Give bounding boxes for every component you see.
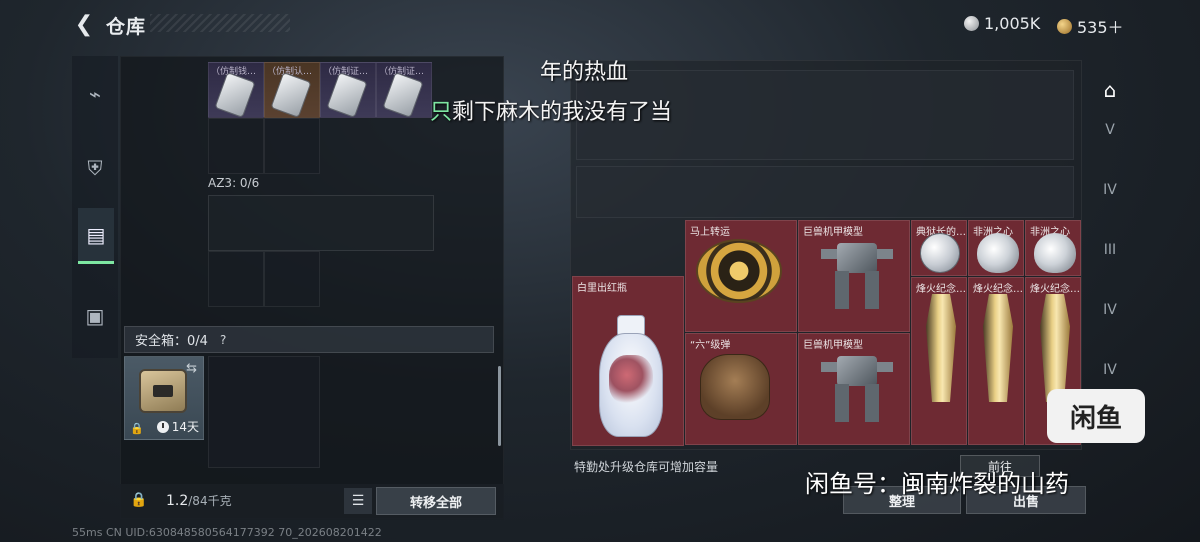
backpack-item[interactable]: （仿制证… [376, 62, 432, 118]
storage-item-orb[interactable]: 典狱长的… [911, 220, 967, 276]
safe-box-label: 安全箱：0/4 [135, 334, 208, 349]
clock-icon [156, 420, 169, 433]
video-caption-line1: 年的热血 [540, 60, 629, 85]
storage-page-iv[interactable]: IV [1092, 172, 1128, 208]
az3-grid[interactable] [208, 195, 434, 251]
empty-slot[interactable] [264, 251, 320, 307]
back-button[interactable]: ❮ [70, 10, 98, 38]
diamond-heart-icon [977, 233, 1019, 273]
backpack-item[interactable]: （仿制钱… [208, 62, 264, 118]
watermark-id: 闲鱼号：闽南炸裂的山药 [805, 470, 1069, 498]
tab-backpack[interactable]: ▤ [78, 208, 114, 264]
backpack-item[interactable]: （仿制证… [320, 62, 376, 118]
safe-box-icon [139, 369, 187, 413]
empty-slot[interactable] [208, 118, 264, 174]
safe-box-slots[interactable] [208, 356, 320, 468]
silver-currency: 1,005K [964, 14, 1040, 33]
silver-amount: 1,005K [984, 14, 1041, 33]
document-icon [327, 73, 367, 117]
safe-box-item[interactable]: ⇆ 🔒 14天 [124, 356, 204, 440]
storage-capacity-note: 特勤处升级仓库可增加容量 [574, 460, 719, 474]
az3-label: AZ3: 0/6 [208, 176, 260, 190]
document-icon [383, 73, 423, 117]
empty-slot[interactable] [264, 118, 320, 174]
armor-icon: ⛨ [87, 156, 103, 180]
horse-wheel-icon [696, 239, 782, 303]
vase-icon [595, 311, 667, 439]
tab-kit[interactable]: ▣ [72, 288, 118, 344]
title-decoration [150, 14, 290, 32]
storage-empty-area[interactable] [576, 166, 1074, 218]
storage-item-vase[interactable]: 白里出红瓶 [572, 276, 684, 446]
chevron-left-icon: ❮ [74, 11, 94, 37]
document-icon [271, 73, 311, 117]
storage-page-iii[interactable]: III [1092, 232, 1128, 268]
lock-icon: 🔒 [130, 422, 144, 435]
tab-weapons[interactable]: ⌁ [72, 66, 118, 122]
storage-page-iv-b[interactable]: IV [1092, 292, 1128, 328]
expiry-badge: 14天 [156, 418, 199, 435]
storage-item-trophy[interactable]: 烽火纪念… [911, 277, 967, 445]
gun-icon: ⌁ [88, 82, 102, 106]
list-view-button[interactable]: ☰ [344, 488, 372, 514]
empty-slot[interactable] [208, 251, 264, 307]
weight-readout: 1.2/84千克 [166, 493, 232, 509]
storage-item-mech[interactable]: 巨兽机甲模型 [798, 220, 910, 332]
page-title: 仓库 [106, 16, 147, 38]
kit-icon: ▣ [85, 304, 105, 328]
backpack-item[interactable]: （仿制认… [264, 62, 320, 118]
warden-orb-icon [920, 233, 960, 273]
diamond-heart-icon [1034, 233, 1076, 273]
gold-coin-icon [1057, 18, 1072, 34]
swap-icon[interactable]: ⇆ [186, 361, 197, 376]
storage-item-heart[interactable]: 非洲之心 [1025, 220, 1081, 276]
list-icon: ☰ [351, 493, 365, 509]
tab-armor[interactable]: ⛨ [72, 140, 118, 196]
trophy-icon [983, 294, 1013, 402]
storage-item-hand[interactable]: “六”级弹 [685, 333, 797, 445]
watermark-badge: 闲鱼 [1047, 389, 1145, 443]
safe-box-bar: 安全箱：0/4 ? [124, 326, 494, 353]
weight-lock-icon: 🔒 [130, 492, 148, 508]
storage-page-iv-c[interactable]: IV [1092, 352, 1128, 388]
help-button[interactable]: ? [220, 333, 226, 347]
mech-model-icon [821, 350, 893, 422]
storage-page-rail: ⌂ V IV III IV IV [1088, 60, 1128, 524]
category-rail: ⌁ ⛨ ▤ ▣ [72, 56, 118, 358]
storage-item-trophy[interactable]: 烽火纪念… [968, 277, 1024, 445]
uid-footer: 55ms CN UID:630848580564177392 70_202608… [72, 526, 382, 539]
hand-sculpture-icon [700, 354, 770, 420]
scrollbar[interactable] [498, 366, 501, 446]
backpack-icon: ▤ [86, 222, 106, 247]
gold-currency[interactable]: 535＋ [1057, 14, 1124, 38]
trophy-icon [1040, 294, 1070, 402]
video-caption-line2: 只剩下麻木的我没有了当 [430, 100, 673, 125]
trophy-icon [926, 294, 956, 402]
storage-item-heart[interactable]: 非洲之心 [968, 220, 1024, 276]
storage-item-wheel[interactable]: 马上转运 [685, 220, 797, 332]
storage-page-v[interactable]: V [1092, 112, 1128, 148]
document-icon [215, 73, 255, 117]
storage-home-icon[interactable]: ⌂ [1092, 72, 1128, 108]
gold-amount: 535＋ [1077, 18, 1124, 37]
storage-item-mech[interactable]: 巨兽机甲模型 [798, 333, 910, 445]
transfer-all-button[interactable]: 转移全部 [376, 487, 496, 515]
silver-coin-icon [964, 16, 979, 31]
mech-model-icon [821, 237, 893, 309]
